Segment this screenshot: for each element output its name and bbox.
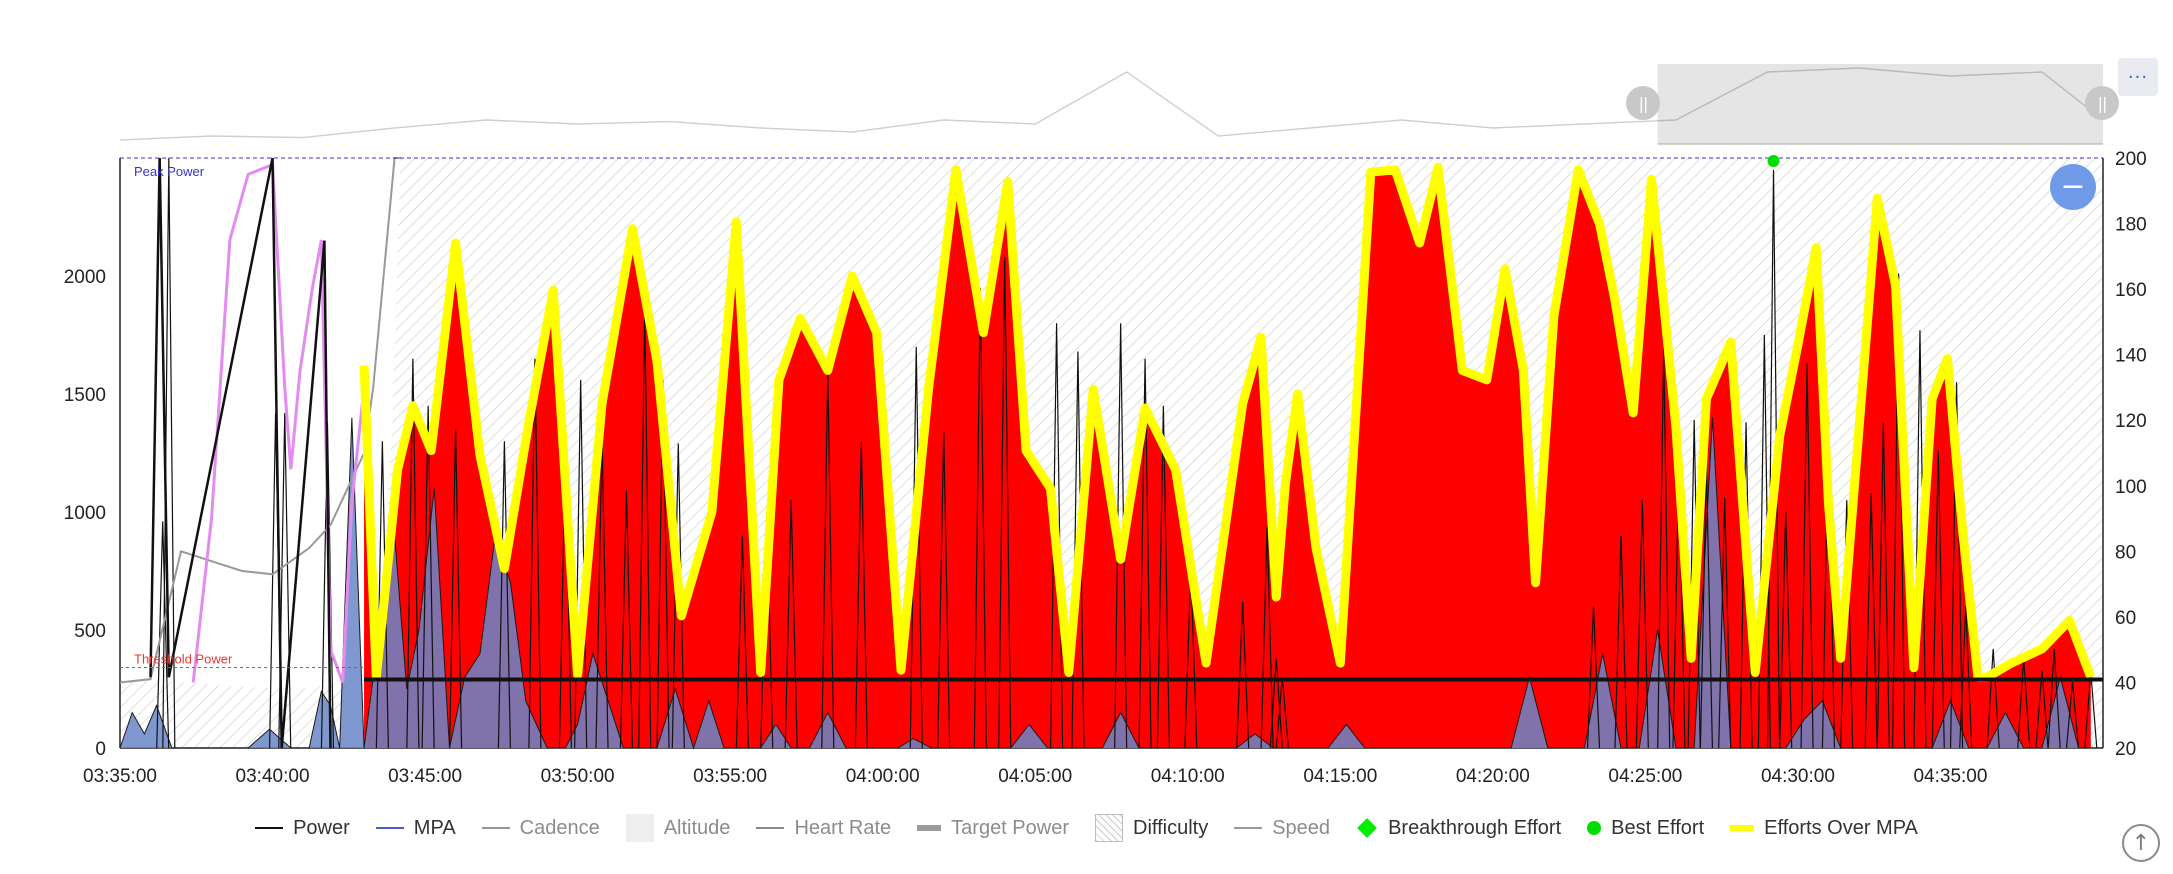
y-tick-label-left: 2000 xyxy=(64,267,106,288)
drag-handle-icon: || xyxy=(1638,93,1649,113)
legend-item-cadence[interactable]: Cadence xyxy=(481,816,600,840)
x-tick-label: 03:55:00 xyxy=(693,766,767,787)
legend-swatch-icon xyxy=(375,827,404,829)
y-tick-label-right: 120 xyxy=(2115,411,2147,432)
y-tick-label-left: 500 xyxy=(74,621,106,642)
legend-item-mpa[interactable]: MPA xyxy=(375,816,456,840)
y-tick-label-right: 100 xyxy=(2115,477,2147,498)
x-tick-label: 04:25:00 xyxy=(1608,766,1682,787)
chart-legend: Power MPA Cadence Altitude Heart Rate Target … xyxy=(0,814,2173,842)
legend-item-best-effort[interactable]: Best Effort xyxy=(1587,817,1704,840)
power-line-segment xyxy=(280,240,326,749)
power-chart[interactable]: Threshold Power Peak Power 0 500 1000 1500 200… xyxy=(0,0,2173,869)
legend-item-power[interactable]: Power xyxy=(255,817,350,840)
legend-label: Altitude xyxy=(663,816,731,839)
legend-label: Best Effort xyxy=(1611,816,1705,839)
x-tick-label: 03:50:00 xyxy=(541,766,615,787)
legend-label: Efforts Over MPA xyxy=(1764,816,1918,839)
y-tick-label-right: 200 xyxy=(2115,149,2147,170)
y-tick-label-right: 180 xyxy=(2115,215,2147,236)
legend-label: Difficulty xyxy=(1133,816,1209,839)
legend-item-heart-rate[interactable]: Heart Rate xyxy=(756,817,891,840)
legend-item-difficulty[interactable]: Difficulty xyxy=(1095,814,1208,842)
legend-label: Heart Rate xyxy=(794,816,892,839)
drag-handle-icon: || xyxy=(2097,93,2108,113)
legend-swatch-icon xyxy=(481,827,510,829)
legend-swatch-icon xyxy=(1234,827,1263,829)
x-tick-label: 04:00:00 xyxy=(846,766,920,787)
x-tick-label: 04:05:00 xyxy=(998,766,1072,787)
legend-item-breakthrough[interactable]: Breakthrough Effort xyxy=(1356,817,1561,840)
y-tick-label-right: 60 xyxy=(2115,608,2136,629)
legend-swatch-icon xyxy=(1730,825,1755,831)
y-tick-label-left: 1000 xyxy=(64,503,106,524)
minimap-selection[interactable] xyxy=(1657,64,2103,144)
y-tick-label-left: 1500 xyxy=(64,385,106,406)
legend-item-speed[interactable]: Speed xyxy=(1234,817,1330,840)
legend-swatch-icon xyxy=(756,827,785,829)
legend-label: Power xyxy=(293,816,350,839)
y-tick-label-right: 40 xyxy=(2115,673,2136,694)
zoom-out-button[interactable]: − xyxy=(2050,164,2096,210)
legend-item-efforts-over-mpa[interactable]: Efforts Over MPA xyxy=(1730,817,1918,840)
legend-label: MPA xyxy=(413,816,456,839)
x-tick-label: 04:10:00 xyxy=(1151,766,1225,787)
legend-label: Speed xyxy=(1272,816,1331,839)
legend-item-altitude[interactable]: Altitude xyxy=(625,814,731,842)
legend-swatch-icon xyxy=(917,825,942,831)
y-tick-label-right: 160 xyxy=(2115,280,2147,301)
x-tick-label: 03:40:00 xyxy=(236,766,310,787)
x-tick-label: 03:35:00 xyxy=(83,766,157,787)
x-tick-label: 04:30:00 xyxy=(1761,766,1835,787)
minimap-right-handle[interactable]: || xyxy=(2085,86,2119,120)
legend-swatch-icon xyxy=(625,814,654,842)
y-tick-label-right: 80 xyxy=(2115,542,2136,563)
legend-swatch-icon xyxy=(1357,818,1377,838)
x-tick-label: 04:35:00 xyxy=(1913,766,1987,787)
best-effort-marker[interactable] xyxy=(1767,155,1780,167)
power-line-segment xyxy=(323,240,332,749)
threshold-label: Threshold Power xyxy=(134,652,233,667)
chart-canvas[interactable]: Threshold PowerPeak Power050010001500200… xyxy=(0,0,2173,869)
legend-swatch-icon xyxy=(1095,814,1123,842)
x-tick-label: 04:15:00 xyxy=(1303,766,1377,787)
peak-power-label: Peak Power xyxy=(134,164,205,179)
legend-swatch-icon xyxy=(255,827,284,829)
x-tick-label: 03:45:00 xyxy=(388,766,462,787)
legend-item-target-power[interactable]: Target Power xyxy=(917,817,1069,840)
power-line-segment xyxy=(149,157,161,678)
y-tick-label-left: 0 xyxy=(95,739,106,760)
legend-label: Cadence xyxy=(519,816,600,839)
legend-label: Target Power xyxy=(951,816,1069,839)
more-icon: ··· xyxy=(2127,66,2149,88)
chart-menu-button[interactable]: ··· xyxy=(2118,58,2158,96)
legend-swatch-icon xyxy=(1587,821,1602,835)
y-tick-label-right: 20 xyxy=(2115,739,2136,760)
power-line-segment xyxy=(167,157,274,678)
minus-icon: − xyxy=(2060,169,2086,204)
legend-label: Breakthrough Effort xyxy=(1388,816,1562,839)
minimap-left-handle[interactable]: || xyxy=(1626,86,1660,120)
y-tick-label-right: 140 xyxy=(2115,346,2147,367)
x-tick-label: 04:20:00 xyxy=(1456,766,1530,787)
